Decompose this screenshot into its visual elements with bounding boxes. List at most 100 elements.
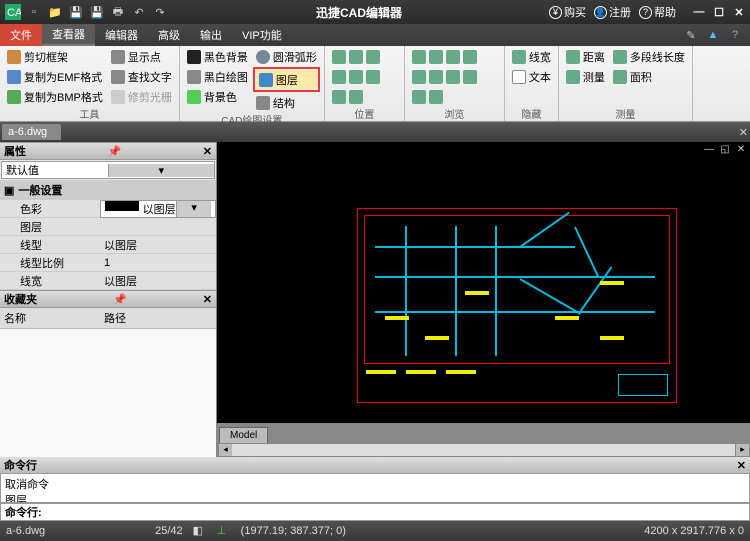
pos-btn-2[interactable]	[329, 67, 383, 86]
props-header: 属性📌✕	[0, 142, 216, 160]
app-icon: CAD	[4, 3, 22, 21]
trim-raster-button: 修剪光栅	[108, 87, 175, 106]
structure-button[interactable]: 结构	[253, 93, 320, 112]
pos-btn-3[interactable]	[329, 87, 383, 106]
register-link[interactable]: 👤注册	[594, 4, 631, 20]
smooth-arc-button[interactable]: 圆滑弧形	[253, 47, 320, 66]
open-icon[interactable]: 📁	[46, 3, 64, 21]
redo-icon[interactable]: ↷	[151, 3, 169, 21]
status-size: 4200 x 2917.776 x 0	[644, 525, 744, 537]
status-coords: (1977.19; 387.377; 0)	[241, 525, 346, 537]
status-icon-2[interactable]: ⊥	[217, 524, 231, 538]
bw-draw-button[interactable]: 黑白绘图	[184, 67, 251, 86]
area-button[interactable]: 面积	[610, 67, 688, 86]
status-icon-1[interactable]: ◧	[193, 524, 207, 538]
prop-layer-label: 图层	[0, 219, 100, 235]
menu-advanced[interactable]: 高级	[148, 24, 190, 46]
prop-ltscale-value[interactable]: 1	[100, 257, 216, 269]
prop-color-value[interactable]: 以图层▾	[100, 200, 216, 218]
layers-button[interactable]: 图层	[256, 70, 317, 89]
favorites-columns: 名称路径	[0, 308, 216, 329]
doctab-bar: a-6.dwg ✕	[0, 122, 750, 142]
info-icon[interactable]: ▲	[704, 26, 722, 44]
command-input-row: 命令行:	[0, 503, 750, 521]
command-input[interactable]	[46, 506, 749, 518]
close-button[interactable]: ✕	[732, 5, 746, 19]
canvas-area: — ◱ ✕	[217, 142, 750, 457]
bgcolor-button[interactable]: 背景色	[184, 87, 251, 106]
drawing-viewport[interactable]	[217, 158, 750, 423]
saveall-icon[interactable]: 💾	[88, 3, 106, 21]
document-tab[interactable]: a-6.dwg	[2, 124, 61, 140]
horizontal-scrollbar[interactable]: ◂▸	[217, 443, 750, 457]
command-header: 命令行✕	[0, 457, 750, 473]
props-pin-icon[interactable]: 📌	[108, 145, 122, 158]
linewidth-button[interactable]: 线宽	[509, 47, 554, 66]
browse-btn-1[interactable]	[409, 47, 480, 66]
pos-btn-1[interactable]	[329, 47, 383, 66]
model-tab-bar: Model	[217, 423, 750, 443]
find-text-button[interactable]: 查找文字	[108, 67, 175, 86]
prop-linetype-value[interactable]: 以图层	[100, 237, 216, 253]
measure-button[interactable]: 测量	[563, 67, 608, 86]
save-icon[interactable]: 💾	[67, 3, 85, 21]
undo-icon[interactable]: ↶	[130, 3, 148, 21]
status-ratio: 25/42	[155, 525, 183, 537]
style-icon[interactable]: ✎	[682, 26, 700, 44]
favorites-list	[0, 329, 216, 457]
menubar: 文件 查看器 编辑器 高级 输出 VIP功能 ✎ ▲ ?	[0, 24, 750, 46]
text-button[interactable]: 文本	[509, 67, 554, 86]
distance-button[interactable]: 距离	[563, 47, 608, 66]
fav-pin-icon[interactable]: 📌	[113, 293, 127, 306]
cmd-close-icon[interactable]: ✕	[737, 459, 746, 472]
prop-color-label: 色彩	[0, 201, 100, 217]
titlebar: CAD ▫ 📁 💾 💾 🖶 ↶ ↷ 迅捷CAD编辑器 ¥购买 👤注册 ?帮助 —…	[0, 0, 750, 24]
help-icon[interactable]: ?	[726, 26, 744, 44]
prop-lweight-label: 线宽	[0, 273, 100, 289]
maximize-button[interactable]: ☐	[712, 5, 726, 19]
status-file: a-6.dwg	[6, 525, 45, 537]
group-tools-label: 工具	[4, 106, 175, 120]
prop-ltscale-label: 线型比例	[0, 255, 100, 271]
menu-vip[interactable]: VIP功能	[232, 24, 292, 46]
general-category[interactable]: ▣ 一般设置	[0, 180, 216, 200]
help-link[interactable]: ?帮助	[639, 4, 676, 20]
group-browse-label: 浏览	[409, 106, 500, 120]
command-prompt: 命令行:	[1, 504, 46, 520]
black-bg-button[interactable]: 黑色背景	[184, 47, 251, 66]
browse-btn-2[interactable]	[409, 67, 480, 86]
show-points-button[interactable]: 显示点	[108, 47, 175, 66]
left-panel: 属性📌✕ 默认值▾ ▣ 一般设置 色彩以图层▾ 图层 线型以图层 线型比例1 线…	[0, 142, 217, 457]
menu-viewer[interactable]: 查看器	[42, 24, 95, 46]
menu-output[interactable]: 输出	[190, 24, 232, 46]
new-icon[interactable]: ▫	[25, 3, 43, 21]
props-close-icon[interactable]: ✕	[203, 145, 212, 158]
chevron-down-icon[interactable]: ▾	[108, 164, 215, 177]
command-panel: 命令行✕ 取消命令 图层 命令行:	[0, 457, 750, 521]
group-pos-label: 位置	[329, 106, 400, 120]
ribbon: 剪切框架 复制为EMF格式 复制为BMP格式 显示点 查找文字 修剪光栅 工具 …	[0, 46, 750, 122]
browse-btn-3[interactable]	[409, 87, 480, 106]
fav-close-icon[interactable]: ✕	[203, 293, 212, 306]
print-icon[interactable]: 🖶	[109, 3, 127, 21]
model-tab[interactable]: Model	[219, 427, 268, 443]
prop-linetype-label: 线型	[0, 237, 100, 253]
prop-lweight-value[interactable]: 以图层	[100, 273, 216, 289]
svg-text:CAD: CAD	[7, 7, 21, 19]
menu-file[interactable]: 文件	[0, 24, 42, 46]
doctab-close-icon[interactable]: ✕	[739, 126, 748, 139]
canvas-close-icon[interactable]: ✕	[734, 144, 748, 156]
group-measure-label: 测量	[563, 106, 688, 120]
default-dropdown[interactable]: 默认值▾	[1, 161, 215, 179]
clip-frame-button[interactable]: 剪切框架	[4, 47, 106, 66]
buy-link[interactable]: ¥购买	[549, 4, 586, 20]
copy-bmp-button[interactable]: 复制为BMP格式	[4, 87, 106, 106]
minimize-button[interactable]: —	[692, 5, 706, 19]
group-hide-label: 隐藏	[509, 106, 554, 120]
favorites-header: 收藏夹📌✕	[0, 290, 216, 308]
copy-emf-button[interactable]: 复制为EMF格式	[4, 67, 106, 86]
polyline-len-button[interactable]: 多段线长度	[610, 47, 688, 66]
canvas-min-icon[interactable]: —	[702, 144, 716, 156]
menu-editor[interactable]: 编辑器	[95, 24, 148, 46]
canvas-max-icon[interactable]: ◱	[718, 144, 732, 156]
